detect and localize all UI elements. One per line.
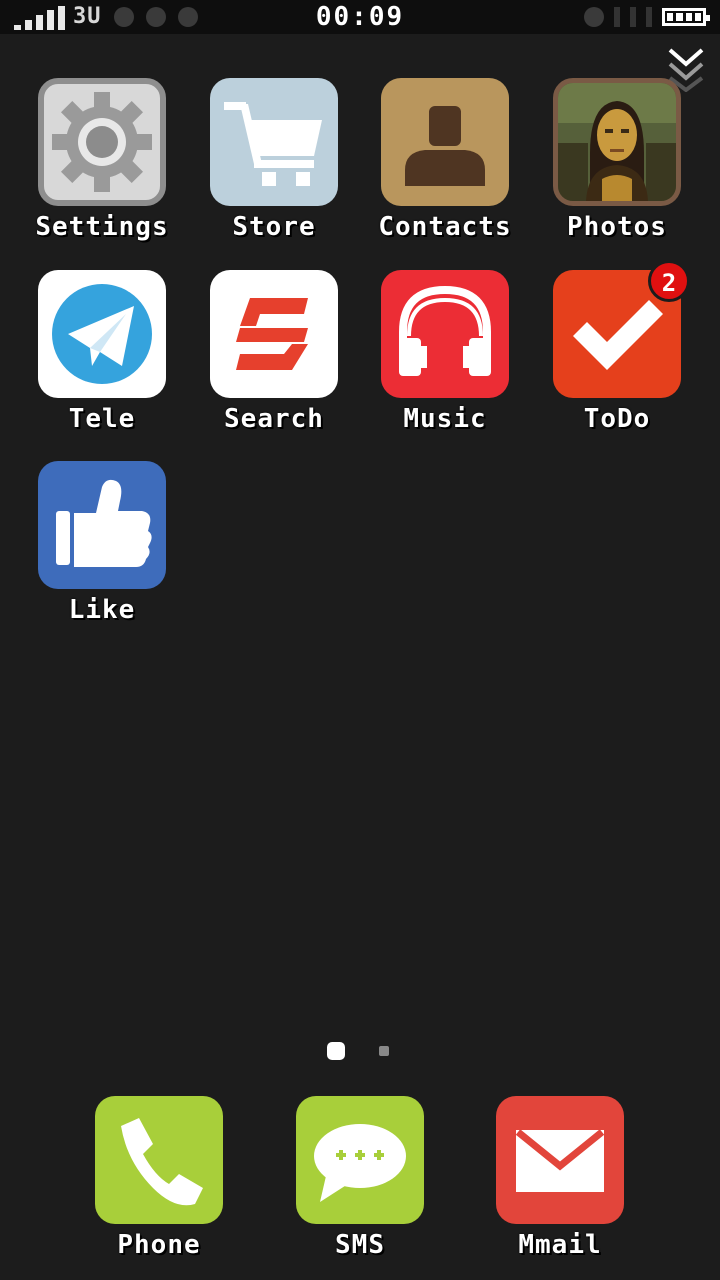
- phone-handset-icon: [121, 1118, 203, 1206]
- shopping-cart-icon: [224, 102, 322, 186]
- app-label: Store: [232, 212, 316, 242]
- phone-tile[interactable]: [95, 1096, 223, 1224]
- mona-lisa-photo-icon: [558, 83, 676, 201]
- page-indicator[interactable]: [0, 1040, 720, 1060]
- status-bar: 3U 00:09: [0, 0, 720, 34]
- app-label: Photos: [567, 212, 667, 242]
- dock-phone[interactable]: Phone: [84, 1096, 234, 1260]
- settings-tile[interactable]: [38, 78, 166, 206]
- app-label: Mmail: [518, 1230, 602, 1260]
- app-label: Search: [224, 404, 324, 434]
- app-label: Tele: [68, 404, 136, 434]
- notification-badge: 2: [648, 260, 690, 302]
- location-icon: [584, 7, 604, 27]
- app-label: Settings: [35, 212, 169, 242]
- page-dot[interactable]: [379, 1046, 389, 1056]
- app-store[interactable]: Store: [199, 78, 349, 242]
- gear-icon: [52, 92, 152, 192]
- app-label: Like: [68, 595, 136, 625]
- app-contacts[interactable]: Contacts: [370, 78, 520, 242]
- store-tile[interactable]: [210, 78, 338, 206]
- app-search[interactable]: Search: [199, 270, 349, 434]
- thumbs-up-icon: [56, 479, 152, 567]
- contacts-tile[interactable]: [381, 78, 509, 206]
- like-tile[interactable]: [38, 461, 166, 589]
- app-like[interactable]: Like: [27, 461, 177, 625]
- app-music[interactable]: Music: [370, 270, 520, 434]
- battery-icon: [662, 8, 710, 26]
- dock-mmail[interactable]: Mmail: [485, 1096, 635, 1260]
- s-logo-icon: [236, 298, 308, 370]
- paper-plane-icon: [52, 284, 152, 384]
- app-label: Music: [403, 404, 487, 434]
- photos-tile[interactable]: [553, 78, 681, 206]
- music-tile[interactable]: [381, 270, 509, 398]
- app-todo[interactable]: 2 ToDo: [542, 260, 692, 434]
- dock-sms[interactable]: SMS: [285, 1096, 435, 1260]
- app-label: ToDo: [583, 404, 651, 434]
- headphones-icon: [399, 285, 491, 376]
- app-tele[interactable]: Tele: [27, 270, 177, 434]
- app-settings[interactable]: Settings: [27, 78, 177, 242]
- vibrate-icon: [646, 7, 652, 27]
- sms-tile[interactable]: [296, 1096, 424, 1224]
- app-label: Phone: [117, 1230, 201, 1260]
- person-icon: [405, 106, 485, 186]
- tele-tile[interactable]: [38, 270, 166, 398]
- wifi-icon: [614, 7, 620, 27]
- page-dot-active[interactable]: [327, 1042, 345, 1060]
- search-tile[interactable]: [210, 270, 338, 398]
- sync-icon: [630, 7, 636, 27]
- app-label: Contacts: [378, 212, 512, 242]
- chat-bubble-icon: [314, 1124, 406, 1202]
- mmail-tile[interactable]: [496, 1096, 624, 1224]
- app-label: SMS: [335, 1230, 385, 1260]
- app-photos[interactable]: Photos: [542, 78, 692, 242]
- envelope-icon: [515, 1129, 605, 1192]
- status-right: [584, 5, 710, 29]
